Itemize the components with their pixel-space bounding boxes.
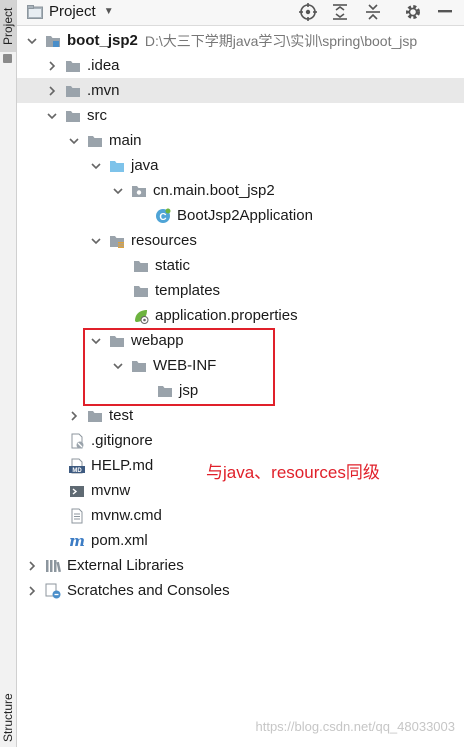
chevron-down-icon[interactable] (113, 186, 123, 196)
chevron-right-icon[interactable] (69, 410, 79, 421)
tree-row-external-libraries[interactable]: External Libraries (17, 553, 464, 578)
svg-text:C: C (159, 212, 166, 223)
project-tool-icon (3, 54, 12, 63)
tree-row-gitignore[interactable]: .gitignore (17, 428, 464, 453)
resources-folder-icon (110, 235, 124, 248)
folder-label: .mvn (87, 82, 120, 99)
annotation-highlight-box (83, 328, 275, 406)
scratches-label: Scratches and Consoles (67, 582, 230, 599)
text-file-icon (71, 508, 83, 523)
tree-row-src[interactable]: src (17, 103, 464, 128)
root-label: boot_jsp2 (67, 32, 138, 49)
chevron-right-icon[interactable] (27, 585, 37, 596)
chevron-down-icon: ▼ (103, 6, 114, 17)
external-libraries-label: External Libraries (67, 557, 184, 574)
chevron-down-icon[interactable] (91, 236, 101, 246)
script-file-icon (70, 485, 84, 497)
folder-icon (66, 110, 80, 122)
tree-row-mvn[interactable]: .mvn (17, 78, 464, 103)
svg-text:m: m (69, 533, 85, 549)
folder-icon (88, 410, 102, 422)
root-path: D:\大三下学期java学习\实训\spring\boot_jsp (144, 32, 418, 49)
folder-icon (134, 260, 148, 272)
source-folder-icon (110, 160, 124, 172)
folder-label: src (87, 107, 107, 124)
file-label: pom.xml (91, 532, 148, 549)
folder-icon (134, 285, 148, 297)
watermark: https://blog.csdn.net/qq_48033003 (255, 719, 456, 734)
folder-icon (66, 85, 80, 97)
chevron-down-icon[interactable] (47, 111, 57, 121)
folder-label: main (109, 132, 142, 149)
tree-row-resources[interactable]: resources (17, 228, 464, 253)
file-label: mvnw (91, 482, 131, 499)
svg-text:MD: MD (72, 468, 82, 474)
project-folder-icon (27, 4, 43, 19)
view-selector[interactable]: Project ▼ (27, 3, 114, 20)
chevron-right-icon[interactable] (47, 60, 57, 71)
project-tool-tab[interactable]: Project (0, 0, 16, 52)
folder-icon (88, 135, 102, 147)
collapse-all-icon[interactable] (363, 2, 383, 22)
package-icon (132, 185, 146, 197)
package-label: cn.main.boot_jsp2 (153, 182, 275, 199)
chevron-right-icon[interactable] (27, 560, 37, 571)
view-title: Project (49, 3, 96, 20)
class-label: BootJsp2Application (177, 207, 313, 224)
scratches-icon (45, 583, 61, 598)
spring-properties-icon (135, 309, 149, 324)
tree-row-idea[interactable]: .idea (17, 53, 464, 78)
file-label: HELP.md (91, 457, 154, 474)
maven-pom-icon: m (69, 533, 85, 549)
structure-tool-tab[interactable]: Structure (0, 688, 16, 747)
folder-label: templates (155, 282, 221, 299)
file-label: mvnw.cmd (91, 507, 162, 524)
spring-class-icon: C (156, 208, 171, 223)
minimize-icon[interactable] (435, 2, 455, 22)
tree-row-package[interactable]: cn.main.boot_jsp2 (17, 178, 464, 203)
tree-row-static[interactable]: static (17, 253, 464, 278)
folder-label: static (155, 257, 191, 274)
tree-row-main[interactable]: main (17, 128, 464, 153)
tree-row-app-properties[interactable]: application.properties (17, 303, 464, 328)
chevron-down-icon[interactable] (91, 161, 101, 171)
module-folder-icon (46, 35, 60, 47)
chevron-down-icon[interactable] (69, 136, 79, 146)
annotation-note: 与java、resources同级 (206, 463, 380, 482)
folder-label: java (131, 157, 159, 174)
tree-row-test[interactable]: test (17, 403, 464, 428)
tree-row-templates[interactable]: templates (17, 278, 464, 303)
markdown-file-icon: MD (69, 458, 85, 474)
library-icon (46, 559, 61, 572)
expand-all-icon[interactable] (330, 2, 350, 22)
folder-label: resources (131, 232, 197, 249)
folder-label: .idea (87, 57, 120, 74)
gear-icon[interactable] (403, 2, 423, 22)
gitignore-file-icon (71, 433, 84, 448)
file-label: .gitignore (91, 432, 153, 449)
chevron-down-icon[interactable] (27, 36, 37, 46)
tree-row-root[interactable]: boot_jsp2 D:\大三下学期java学习\实训\spring\boot_… (17, 28, 464, 53)
tree-row-app-class[interactable]: C BootJsp2Application (17, 203, 464, 228)
tree-row-pom[interactable]: m pom.xml (17, 528, 464, 553)
chevron-right-icon[interactable] (47, 85, 57, 96)
project-panel-header: Project ▼ (17, 0, 464, 26)
file-label: application.properties (155, 307, 298, 324)
tree-row-mvnw-cmd[interactable]: mvnw.cmd (17, 503, 464, 528)
tool-window-strip: Project Structure (0, 0, 17, 747)
locate-icon[interactable] (298, 2, 318, 22)
tree-row-scratches[interactable]: Scratches and Consoles (17, 578, 464, 603)
folder-label: test (109, 407, 134, 424)
folder-icon (66, 60, 80, 72)
tree-row-java[interactable]: java (17, 153, 464, 178)
